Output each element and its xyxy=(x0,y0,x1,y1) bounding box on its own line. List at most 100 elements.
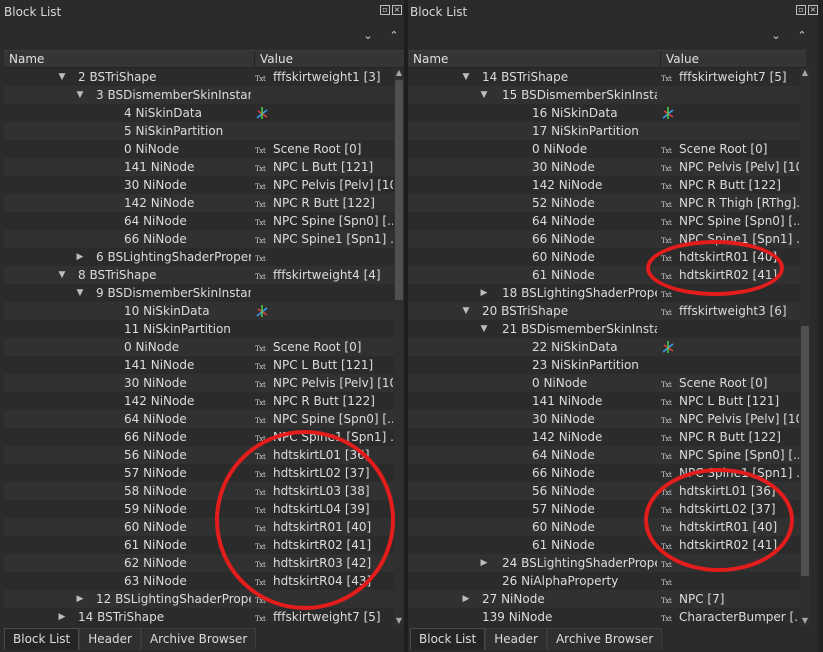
tree-row[interactable]: ▼ 8 BSTriShape Txt fffskirtweight4 [4] xyxy=(4,266,394,284)
tree-row[interactable]: 141 NiNode Txt NPC L Butt [121] xyxy=(4,356,394,374)
tree-row[interactable]: 141 NiNode Txt NPC L Butt [121] xyxy=(4,158,394,176)
tree-row[interactable]: 142 NiNode Txt NPC R Butt [122] xyxy=(408,428,800,446)
tree-row[interactable]: ▶ 18 BSLightingShaderProperty Txt xyxy=(408,284,800,302)
close-icon[interactable]: × xyxy=(808,5,818,15)
tree-row[interactable]: ▼ 14 BSTriShape Txt fffskirtweight7 [5] xyxy=(408,68,800,86)
expand-arrow-icon[interactable]: ▶ xyxy=(74,248,86,266)
tree-row[interactable]: ▼ 9 BSDismemberSkinInstance xyxy=(4,284,394,302)
scroll-down-icon[interactable]: ▼ xyxy=(800,616,810,626)
tree-row[interactable]: 57 NiNode Txt hdtskirtL02 [37] xyxy=(408,500,800,518)
tree-row[interactable]: ▶ 14 BSTriShape Txt fffskirtweight7 [5] xyxy=(4,608,394,626)
vertical-scrollbar[interactable]: ▲ ▼ xyxy=(394,68,404,626)
tree-row[interactable]: 64 NiNode Txt NPC Spine [Spn0] [... xyxy=(408,212,800,230)
tab-archive-browser[interactable]: Archive Browser xyxy=(140,628,257,650)
tab-header[interactable]: Header xyxy=(485,628,547,650)
tree-row[interactable]: ▶ 24 BSLightingShaderProperty Txt xyxy=(408,554,800,572)
column-header-name[interactable]: Name xyxy=(4,51,254,68)
collapse-arrow-icon[interactable]: ▼ xyxy=(74,86,86,104)
tree-row[interactable]: 30 NiNode Txt NPC Pelvis [Pelv] [10] xyxy=(4,176,394,194)
tree-row[interactable]: 52 NiNode Txt NPC R Thigh [RThg]... xyxy=(408,194,800,212)
expand-arrow-icon[interactable]: ▶ xyxy=(478,284,490,302)
tree-row[interactable]: 142 NiNode Txt NPC R Butt [122] xyxy=(408,176,800,194)
tree-row[interactable]: ▶ 6 BSLightingShaderProperty Txt xyxy=(4,248,394,266)
tree-row[interactable]: 56 NiNode Txt hdtskirtL01 [36] xyxy=(4,446,394,464)
tree-row[interactable]: 58 NiNode Txt hdtskirtL03 [38] xyxy=(4,482,394,500)
collapse-arrow-icon[interactable]: ▼ xyxy=(74,284,86,302)
collapse-arrow-icon[interactable]: ▼ xyxy=(56,266,68,284)
expand-up-icon[interactable]: ⌃ xyxy=(386,28,402,44)
collapse-arrow-icon[interactable]: ▼ xyxy=(478,320,490,338)
tree-row[interactable]: 10 NiSkinData xyxy=(4,302,394,320)
tree-row[interactable]: ▼ 20 BSTriShape Txt fffskirtweight3 [6] xyxy=(408,302,800,320)
tree-row[interactable]: 61 NiNode Txt hdtskirtR02 [41] xyxy=(408,266,800,284)
scroll-up-icon[interactable]: ▲ xyxy=(800,68,810,78)
tree-row[interactable]: 60 NiNode Txt hdtskirtR01 [40] xyxy=(408,248,800,266)
tree-row[interactable]: ▼ 15 BSDismemberSkinInstance xyxy=(408,86,800,104)
tree-row[interactable]: 30 NiNode Txt NPC Pelvis [Pelv] [10] xyxy=(4,374,394,392)
tree-row[interactable]: 66 NiNode Txt NPC Spine1 [Spn1] ... xyxy=(408,464,800,482)
collapse-all-icon[interactable]: ⌄ xyxy=(360,28,376,44)
tree-row[interactable]: 17 NiSkinPartition xyxy=(408,122,800,140)
tree-row[interactable]: 62 NiNode Txt hdtskirtR03 [42] xyxy=(4,554,394,572)
expand-arrow-icon[interactable]: ▶ xyxy=(56,608,68,626)
expand-arrow-icon[interactable]: ▶ xyxy=(74,590,86,608)
tree-row[interactable]: 139 NiNode Txt CharacterBumper [... xyxy=(408,608,800,626)
tree-row[interactable]: 0 NiNode Txt Scene Root [0] xyxy=(4,338,394,356)
tree-row[interactable]: 59 NiNode Txt hdtskirtL04 [39] xyxy=(4,500,394,518)
tree-row[interactable]: 22 NiSkinData xyxy=(408,338,800,356)
tree-row[interactable]: 0 NiNode Txt Scene Root [0] xyxy=(4,140,394,158)
collapse-all-icon[interactable]: ⌄ xyxy=(768,28,784,44)
float-icon[interactable]: ▫ xyxy=(380,5,390,15)
collapse-arrow-icon[interactable]: ▼ xyxy=(460,302,472,320)
tree-row[interactable]: 64 NiNode Txt NPC Spine [Spn0] [... xyxy=(4,410,394,428)
column-header-name[interactable]: Name xyxy=(408,51,660,68)
tree-row[interactable]: 60 NiNode Txt hdtskirtR01 [40] xyxy=(4,518,394,536)
close-icon[interactable]: × xyxy=(392,5,402,15)
tree-row[interactable]: 64 NiNode Txt NPC Spine [Spn0] [... xyxy=(408,446,800,464)
tree-row[interactable]: ▼ 3 BSDismemberSkinInstance xyxy=(4,86,394,104)
tree-row[interactable]: 60 NiNode Txt hdtskirtR01 [40] xyxy=(408,518,800,536)
tree-row[interactable]: 66 NiNode Txt NPC Spine1 [Spn1] ... xyxy=(4,428,394,446)
tree-row[interactable]: 4 NiSkinData xyxy=(4,104,394,122)
tree-row[interactable]: 57 NiNode Txt hdtskirtL02 [37] xyxy=(4,464,394,482)
tree-row[interactable]: 0 NiNode Txt Scene Root [0] xyxy=(408,140,800,158)
tree-row[interactable]: 61 NiNode Txt hdtskirtR02 [41] xyxy=(4,536,394,554)
scroll-down-icon[interactable]: ▼ xyxy=(394,616,404,626)
scroll-up-icon[interactable]: ▲ xyxy=(394,68,404,78)
tree-row[interactable]: 5 NiSkinPartition xyxy=(4,122,394,140)
collapse-arrow-icon[interactable]: ▼ xyxy=(56,68,68,86)
column-header-value[interactable]: Value xyxy=(661,51,801,68)
vertical-scrollbar[interactable]: ▲ ▼ xyxy=(800,68,810,626)
tree-row[interactable]: 141 NiNode Txt NPC L Butt [121] xyxy=(408,392,800,410)
tree-row[interactable]: 30 NiNode Txt NPC Pelvis [Pelv] [10] xyxy=(408,410,800,428)
tab-block-list[interactable]: Block List xyxy=(410,628,486,650)
tree-row[interactable]: 66 NiNode Txt NPC Spine1 [Spn1] ... xyxy=(408,230,800,248)
tab-block-list[interactable]: Block List xyxy=(4,628,80,650)
tree-row[interactable]: ▼ 21 BSDismemberSkinInstance xyxy=(408,320,800,338)
tree-row[interactable]: 23 NiSkinPartition xyxy=(408,356,800,374)
tree-row[interactable]: 0 NiNode Txt Scene Root [0] xyxy=(408,374,800,392)
tree-row[interactable]: 142 NiNode Txt NPC R Butt [122] xyxy=(4,194,394,212)
float-icon[interactable]: ▫ xyxy=(796,5,806,15)
expand-arrow-icon[interactable]: ▶ xyxy=(460,590,472,608)
collapse-arrow-icon[interactable]: ▼ xyxy=(460,68,472,86)
tab-archive-browser[interactable]: Archive Browser xyxy=(546,628,663,650)
tree-row[interactable]: 16 NiSkinData xyxy=(408,104,800,122)
tree-row[interactable]: ▶ 12 BSLightingShaderProperty Txt xyxy=(4,590,394,608)
tree-row[interactable]: 11 NiSkinPartition xyxy=(4,320,394,338)
tree-row[interactable]: 56 NiNode Txt hdtskirtL01 [36] xyxy=(408,482,800,500)
tree-row[interactable]: 142 NiNode Txt NPC R Butt [122] xyxy=(4,392,394,410)
tree-row[interactable]: 64 NiNode Txt NPC Spine [Spn0] [... xyxy=(4,212,394,230)
column-header-value[interactable]: Value xyxy=(255,51,395,68)
tree-row[interactable]: 61 NiNode Txt hdtskirtR02 [41] xyxy=(408,536,800,554)
tree-row[interactable]: ▶ 27 NiNode Txt NPC [7] xyxy=(408,590,800,608)
tree-row[interactable]: 26 NiAlphaProperty Txt xyxy=(408,572,800,590)
scroll-thumb[interactable] xyxy=(801,326,809,576)
expand-arrow-icon[interactable]: ▶ xyxy=(478,554,490,572)
expand-up-icon[interactable]: ⌃ xyxy=(794,28,810,44)
tab-header[interactable]: Header xyxy=(79,628,141,650)
scroll-thumb[interactable] xyxy=(395,80,403,300)
collapse-arrow-icon[interactable]: ▼ xyxy=(478,86,490,104)
tree-row[interactable]: 30 NiNode Txt NPC Pelvis [Pelv] [10] xyxy=(408,158,800,176)
tree-row[interactable]: 66 NiNode Txt NPC Spine1 [Spn1] ... xyxy=(4,230,394,248)
